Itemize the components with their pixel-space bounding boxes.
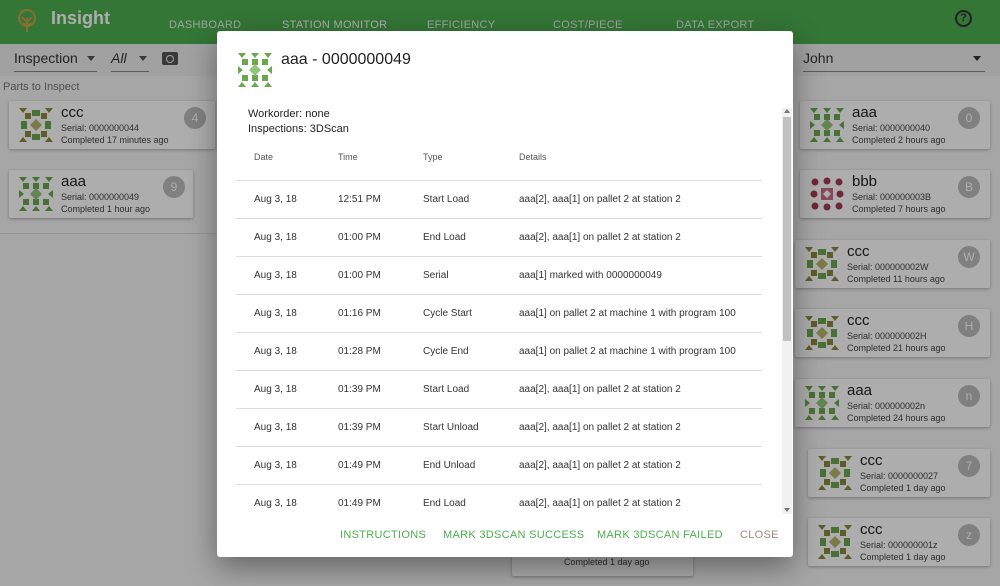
- table-row: Aug 3, 18 12:51 PM Start Load aaa[2], aaa[1…: [236, 181, 762, 219]
- table-row: Aug 3, 18 01:00 PM End Load aaa[2], aaa[1] …: [236, 219, 762, 257]
- column-header-date: Date: [254, 152, 274, 162]
- table-row: Aug 3, 18 01:00 PM Serial aaa[1] marked wit…: [236, 257, 762, 295]
- column-header-time: Time: [338, 152, 358, 162]
- cell-time: 01:28 PM: [338, 346, 381, 357]
- cell-date: Aug 3, 18: [254, 308, 297, 319]
- close-button[interactable]: CLOSE: [740, 529, 779, 541]
- cell-details: aaa[2], aaa[1] on pallet 2 at station 2: [519, 194, 681, 205]
- cell-time: 01:00 PM: [338, 270, 381, 281]
- table-row: Aug 3, 18 01:49 PM End Load aaa[2], aaa[1] …: [236, 485, 762, 514]
- cell-type: Cycle Start: [423, 308, 472, 319]
- cell-time: 01:49 PM: [338, 460, 381, 471]
- cell-date: Aug 3, 18: [254, 384, 297, 395]
- cell-time: 01:39 PM: [338, 422, 381, 433]
- event-table: Date Time Type Details Aug 3, 18 12:51 PM…: [217, 106, 793, 514]
- cell-type: Cycle End: [423, 346, 469, 357]
- table-row: Aug 3, 18 01:39 PM Start Unload aaa[2], aaa…: [236, 409, 762, 447]
- cell-time: 01:16 PM: [338, 308, 381, 319]
- scroll-up-icon[interactable]: [784, 109, 790, 113]
- instructions-button[interactable]: INSTRUCTIONS: [340, 529, 426, 541]
- column-header-type: Type: [423, 152, 443, 162]
- cell-details: aaa[1] on pallet 2 at machine 1 with pro…: [519, 346, 736, 357]
- table-row: Aug 3, 18 01:28 PM Cycle End aaa[1] on pall…: [236, 333, 762, 371]
- cell-date: Aug 3, 18: [254, 460, 297, 471]
- cell-details: aaa[1] marked with 0000000049: [519, 270, 662, 281]
- cell-details: aaa[2], aaa[1] on pallet 2 at station 2: [519, 422, 681, 433]
- table-row: Aug 3, 18 01:39 PM Start Load aaa[2], aaa[1…: [236, 371, 762, 409]
- column-header-details: Details: [519, 152, 547, 162]
- cell-type: End Unload: [423, 460, 476, 471]
- cell-type: Start Load: [423, 384, 470, 395]
- scrollbar-thumb[interactable]: [783, 117, 791, 341]
- cell-details: aaa[2], aaa[1] on pallet 2 at station 2: [519, 384, 681, 395]
- part-identicon-icon: [238, 53, 272, 87]
- cell-details: aaa[2], aaa[1] on pallet 2 at station 2: [519, 232, 681, 243]
- cell-details: aaa[2], aaa[1] on pallet 2 at station 2: [519, 460, 681, 471]
- cell-date: Aug 3, 18: [254, 194, 297, 205]
- cell-type: Start Unload: [423, 422, 479, 433]
- cell-details: aaa[2], aaa[1] on pallet 2 at station 2: [519, 498, 681, 509]
- cell-date: Aug 3, 18: [254, 232, 297, 243]
- mark-success-button[interactable]: MARK 3DSCAN SUCCESS: [443, 529, 584, 541]
- table-row: Aug 3, 18 01:49 PM End Unload aaa[2], aaa[1…: [236, 447, 762, 485]
- part-log-dialog: aaa - 0000000049 Workorder: none Inspect…: [217, 31, 793, 557]
- mark-failed-button[interactable]: MARK 3DSCAN FAILED: [597, 529, 723, 541]
- dialog-title: aaa - 0000000049: [281, 51, 411, 68]
- cell-time: 01:39 PM: [338, 384, 381, 395]
- cell-time: 01:49 PM: [338, 498, 381, 509]
- dialog-scrollbar[interactable]: [782, 108, 792, 514]
- scroll-down-icon[interactable]: [784, 508, 790, 512]
- cell-date: Aug 3, 18: [254, 422, 297, 433]
- cell-type: End Load: [423, 498, 466, 509]
- cell-type: End Load: [423, 232, 466, 243]
- cell-type: Start Load: [423, 194, 470, 205]
- cell-date: Aug 3, 18: [254, 498, 297, 509]
- cell-time: 01:00 PM: [338, 232, 381, 243]
- cell-date: Aug 3, 18: [254, 270, 297, 281]
- cell-date: Aug 3, 18: [254, 346, 297, 357]
- cell-details: aaa[1] on pallet 2 at machine 1 with pro…: [519, 308, 736, 319]
- cell-time: 12:51 PM: [338, 194, 381, 205]
- table-row: Aug 3, 18 01:16 PM Cycle Start aaa[1] on pa…: [236, 295, 762, 333]
- cell-type: Serial: [423, 270, 449, 281]
